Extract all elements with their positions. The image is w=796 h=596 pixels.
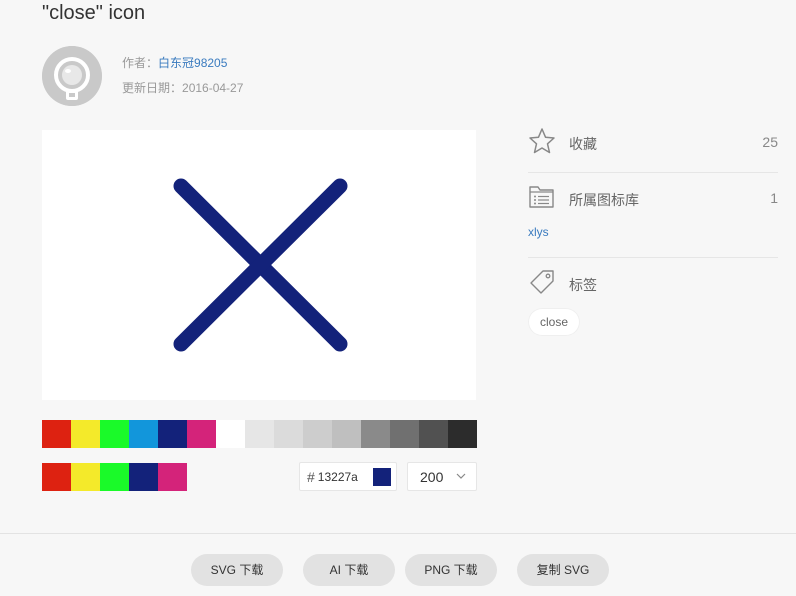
library-link[interactable]: xlys [528,225,549,239]
sidebar-divider [528,172,778,173]
color-swatch[interactable] [187,420,216,448]
favorite-row[interactable]: 收藏 25 [528,127,778,157]
recent-color-palette [42,463,187,491]
update-date-line: 更新日期：2016-04-27 [122,79,243,96]
color-swatch[interactable] [361,420,390,448]
library-count: 1 [770,190,778,206]
color-swatch[interactable] [448,420,477,448]
size-value: 200 [420,469,444,485]
recent-color-swatch[interactable] [100,463,129,491]
png-download-button[interactable]: PNG 下载 [405,554,497,586]
color-swatch[interactable] [419,420,448,448]
ai-download-button[interactable]: AI 下载 [303,554,395,586]
chevron-down-icon [456,473,466,479]
color-hex-value[interactable]: 13227a [318,470,358,484]
current-color-swatch[interactable] [373,468,391,486]
author-avatar[interactable] [42,46,102,106]
recent-color-swatch[interactable] [71,463,100,491]
color-swatch[interactable] [42,420,71,448]
recent-color-swatch[interactable] [129,463,158,491]
tag-icon [530,270,554,294]
color-swatch[interactable] [274,420,303,448]
library-label: 所属图标库 [569,192,639,208]
author-link[interactable]: 白东冠98205 [158,56,227,70]
color-swatch[interactable] [245,420,274,448]
close-icon [173,178,348,352]
recent-color-swatch[interactable] [158,463,187,491]
update-date-value: 2016-04-27 [182,81,244,95]
favorite-count: 25 [762,134,778,150]
color-swatch[interactable] [158,420,187,448]
color-palette [42,420,477,448]
color-swatch[interactable] [71,420,100,448]
author-label: 作者： [122,56,159,70]
hash-symbol: # [307,468,315,485]
tags-row: 标签 [528,268,778,298]
tags-label: 标签 [569,277,597,293]
favorite-label: 收藏 [569,136,597,152]
copy-svg-button[interactable]: 复制 SVG [517,554,609,586]
svg-download-button[interactable]: SVG 下载 [191,554,283,586]
update-date-label: 更新日期： [122,81,183,95]
page-title: "close" icon [42,2,146,24]
list-folder-icon [529,186,554,208]
sidebar-divider [528,257,778,258]
color-swatch[interactable] [216,420,245,448]
recent-color-swatch[interactable] [42,463,71,491]
avatar-placeholder-icon [42,46,102,106]
tag-chip[interactable]: close [528,308,581,336]
color-swatch[interactable] [390,420,419,448]
library-row: 所属图标库 1 [528,183,778,213]
author-line: 作者：白东冠98205 [122,54,227,71]
color-swatch[interactable] [100,420,129,448]
color-swatch[interactable] [303,420,332,448]
color-hex-input[interactable]: # 13227a [299,462,397,491]
color-swatch[interactable] [129,420,158,448]
size-select[interactable]: 200 [407,462,477,491]
color-swatch[interactable] [332,420,361,448]
star-icon [529,128,555,154]
icon-preview [42,130,476,400]
download-footer: SVG 下载 AI 下载 PNG 下载 复制 SVG [0,533,796,596]
